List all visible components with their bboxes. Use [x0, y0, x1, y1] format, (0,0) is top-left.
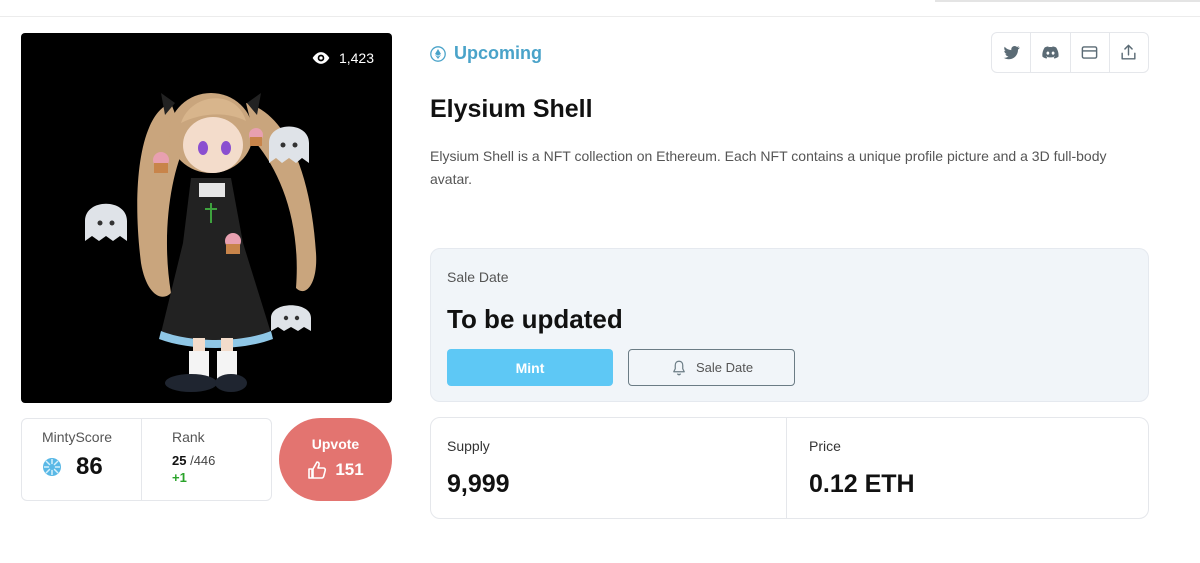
social-links: [991, 32, 1149, 73]
collection-title: Elysium Shell: [430, 95, 593, 123]
share-button[interactable]: [1108, 33, 1148, 72]
price-label: Price: [809, 438, 841, 454]
minty-score: MintyScore 86: [22, 419, 141, 500]
twitter-link[interactable]: [992, 33, 1030, 72]
supply-label: Supply: [447, 438, 490, 454]
upvote-button[interactable]: Upvote 151: [279, 418, 392, 501]
collection-info: Supply 9,999 Price 0.12 ETH: [430, 417, 1149, 519]
sale-date-label: Sale Date: [447, 269, 509, 285]
sale-date-reminder-button[interactable]: Sale Date: [628, 349, 795, 386]
eye-icon: [312, 52, 330, 64]
price-value: 0.12 ETH: [809, 470, 915, 498]
price: Price 0.12 ETH: [786, 418, 1148, 518]
supply: Supply 9,999: [431, 418, 786, 518]
supply-value: 9,999: [447, 470, 510, 498]
website-icon: [1081, 46, 1098, 59]
stats-card: MintyScore 86 Rank 25 /446 +1: [21, 418, 272, 501]
view-count: 1,423: [311, 50, 374, 66]
mint-button[interactable]: Mint: [447, 349, 613, 386]
upvote-label: Upvote: [311, 436, 360, 452]
rank-label: Rank: [172, 429, 205, 445]
avatar-illustration: [85, 93, 317, 392]
share-icon: [1121, 44, 1136, 60]
minty-score-label: MintyScore: [42, 429, 113, 445]
rank-total: /446: [190, 453, 216, 468]
sale-date-value: To be updated: [447, 304, 623, 334]
header-divider-right: [935, 0, 1200, 2]
collection-image[interactable]: 1,423: [21, 33, 392, 403]
sale-date-button-label: Sale Date: [695, 360, 754, 375]
discord-link[interactable]: [1030, 33, 1069, 72]
rank: Rank 25 /446 +1: [141, 419, 271, 500]
upvote-count: 151: [335, 460, 364, 479]
status-label: Upcoming: [454, 43, 542, 63]
sale-card: Sale Date To be updated Mint Sale Date: [430, 248, 1149, 402]
ethereum-icon: [430, 45, 446, 62]
thumbs-up-icon: [308, 461, 327, 479]
bell-icon: [673, 360, 685, 375]
collection-description: Elysium Shell is a NFT collection on Eth…: [430, 148, 1107, 187]
minty-score-icon: [43, 458, 61, 476]
minty-score-value: 86: [76, 453, 103, 480]
status-badge: Upcoming: [430, 43, 542, 64]
view-count-value: 1,423: [338, 50, 374, 66]
discord-icon: [1042, 46, 1059, 59]
header-divider: [0, 16, 1200, 17]
rank-delta: +1: [172, 470, 187, 485]
website-link[interactable]: [1069, 33, 1109, 72]
twitter-icon: [1003, 45, 1020, 60]
rank-value: 25: [172, 453, 187, 468]
